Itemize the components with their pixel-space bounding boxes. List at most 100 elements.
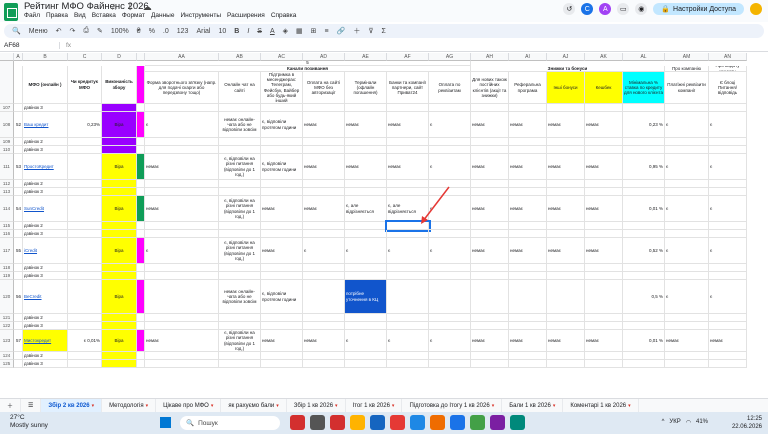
table-cell-sub[interactable] <box>429 188 471 196</box>
table-cell-sub[interactable] <box>509 146 547 154</box>
table-cell[interactable]: є, але відрізняється <box>387 196 429 222</box>
table-cell-sub[interactable] <box>665 272 709 280</box>
table-cell-sub[interactable]: дзвінок 3 <box>23 230 68 238</box>
table-cell-sub[interactable] <box>345 104 387 112</box>
row-header[interactable]: 113 <box>0 188 14 196</box>
table-cell-sub[interactable] <box>547 322 585 330</box>
table-cell-sub[interactable] <box>102 352 137 360</box>
table-cell-sub[interactable] <box>261 222 303 230</box>
row-header[interactable]: 121 <box>0 314 14 322</box>
table-cell-sub[interactable] <box>68 230 102 238</box>
header-aj[interactable]: Інші бонуси <box>547 72 585 104</box>
table-cell-sub[interactable] <box>261 104 303 112</box>
table-cell-sub[interactable] <box>387 230 429 238</box>
table-cell-sub[interactable] <box>303 272 345 280</box>
table-cell-sub[interactable] <box>219 104 261 112</box>
header-e[interactable] <box>137 66 145 104</box>
table-cell-sub[interactable] <box>14 188 23 196</box>
menu-item[interactable]: Формат <box>122 12 145 19</box>
row-header[interactable]: 123 <box>0 330 14 352</box>
table-cell-sub[interactable] <box>145 188 219 196</box>
table-cell-sub[interactable] <box>709 104 747 112</box>
table-cell-sub[interactable] <box>665 264 709 272</box>
table-cell[interactable]: немає <box>509 154 547 180</box>
app-icon[interactable] <box>510 415 525 430</box>
table-cell[interactable]: немає <box>303 330 345 352</box>
avatar[interactable]: C <box>581 3 594 15</box>
folder-icon[interactable] <box>350 415 365 430</box>
table-cell[interactable]: 0,52 % <box>623 238 665 264</box>
chevron-down-icon[interactable]: ▾ <box>553 403 556 409</box>
table-cell-sub[interactable] <box>665 188 709 196</box>
weather-widget[interactable]: 27°C Mostly sunny <box>10 414 48 430</box>
table-cell[interactable]: 55 <box>14 238 23 264</box>
percent-button[interactable]: % <box>149 28 155 35</box>
menu-search[interactable]: Меню <box>29 28 48 35</box>
table-cell-sub[interactable] <box>585 222 623 230</box>
table-cell-sub[interactable] <box>585 360 623 368</box>
fill-color-icon[interactable]: ◈ <box>283 27 288 35</box>
table-cell[interactable]: немає <box>509 330 547 352</box>
edge-icon[interactable] <box>450 415 465 430</box>
table-cell-sub[interactable]: дзвінок 3 <box>23 360 68 368</box>
table-cell[interactable]: немає <box>585 154 623 180</box>
header-an[interactable]: Є блоці Питання/відповідь <box>709 72 747 104</box>
function-icon[interactable]: Σ <box>381 28 385 35</box>
table-cell-sub[interactable] <box>345 222 387 230</box>
header-c[interactable]: Чи кредитує МФО <box>68 66 102 104</box>
app-icon[interactable] <box>430 415 445 430</box>
row-header[interactable]: 120 <box>0 280 14 314</box>
table-cell-sub[interactable] <box>387 138 429 146</box>
table-cell-sub[interactable] <box>547 104 585 112</box>
table-cell[interactable]: є <box>709 238 747 264</box>
table-cell-sub[interactable] <box>137 146 145 154</box>
table-cell[interactable]: є <box>145 112 219 138</box>
table-cell-sub[interactable] <box>145 272 219 280</box>
table-cell-sub[interactable] <box>345 314 387 322</box>
menu-item[interactable]: Данные <box>151 12 174 19</box>
app-icon[interactable] <box>290 415 305 430</box>
table-cell[interactable]: є <box>709 154 747 180</box>
table-cell[interactable]: немає <box>471 196 509 222</box>
table-cell-sub[interactable] <box>345 360 387 368</box>
column-header[interactable]: AN <box>709 53 747 61</box>
table-cell-sub[interactable] <box>585 314 623 322</box>
align-icon[interactable]: ≡ <box>325 28 329 35</box>
sheet-tab[interactable]: Бали 1 кв 2026 ▾ <box>502 398 564 413</box>
table-cell-sub[interactable]: дзвінок 2 <box>23 314 68 322</box>
app-icon[interactable] <box>490 415 505 430</box>
avatar[interactable]: A <box>599 3 612 15</box>
table-cell-sub[interactable] <box>585 104 623 112</box>
table-cell[interactable]: немає <box>345 154 387 180</box>
table-cell[interactable]: є, відповіли протягом години <box>261 112 303 138</box>
table-cell[interactable]: є <box>709 280 747 314</box>
bold-button[interactable]: B <box>234 28 239 35</box>
table-cell-sub[interactable] <box>471 222 509 230</box>
font-size[interactable]: 10 <box>218 28 226 35</box>
table-cell-sub[interactable] <box>102 322 137 330</box>
row-header[interactable]: 114 <box>0 196 14 222</box>
table-cell-sub[interactable] <box>623 264 665 272</box>
table-cell-sub[interactable] <box>623 222 665 230</box>
column-header[interactable]: AK <box>585 53 623 61</box>
windows-start-icon[interactable] <box>160 417 171 428</box>
table-cell[interactable]: 0,01 % <box>623 330 665 352</box>
table-cell-sub[interactable] <box>137 180 145 188</box>
table-cell-sub[interactable] <box>102 104 137 112</box>
table-cell-sub[interactable] <box>137 104 145 112</box>
table-cell[interactable]: немає <box>261 238 303 264</box>
table-cell[interactable]: 52 <box>14 112 23 138</box>
table-cell-sub[interactable] <box>387 360 429 368</box>
header-a[interactable] <box>14 66 23 104</box>
table-cell[interactable]: немає <box>547 112 585 138</box>
table-cell[interactable]: є <box>665 238 709 264</box>
table-cell[interactable]: немає <box>303 154 345 180</box>
table-cell-sub[interactable] <box>623 352 665 360</box>
column-header[interactable]: A <box>14 53 23 61</box>
column-header[interactable]: AI <box>509 53 547 61</box>
menu-item[interactable]: Справка <box>271 12 297 19</box>
table-cell-sub[interactable] <box>547 180 585 188</box>
table-cell-sub[interactable] <box>665 138 709 146</box>
app-icon[interactable] <box>370 415 385 430</box>
table-cell-sub[interactable]: дзвінок 3 <box>23 188 68 196</box>
